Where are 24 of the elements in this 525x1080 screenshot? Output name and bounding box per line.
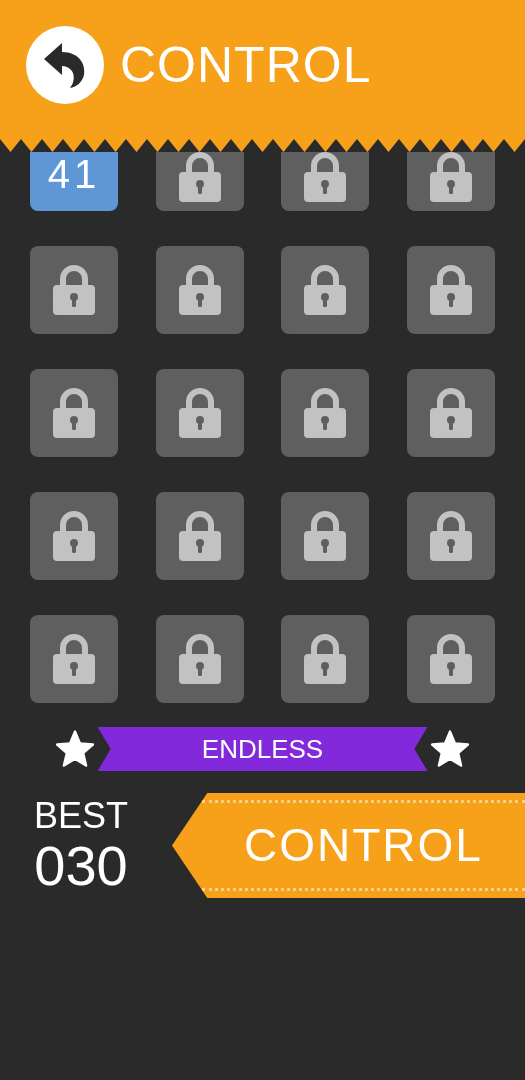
screen-title: CONTROL: [120, 39, 372, 90]
level-tile[interactable]: 41: [30, 152, 118, 211]
lock-icon: [53, 511, 95, 561]
lock-icon: [178, 511, 221, 561]
star-icon: [55, 730, 95, 768]
play-button[interactable]: CONTROL: [172, 793, 525, 898]
lock-icon: [53, 634, 95, 684]
lock-icon: [429, 511, 472, 561]
lock-icon: [304, 634, 347, 684]
lock-icon: [429, 388, 472, 438]
best-score: 030: [34, 837, 128, 894]
lock-icon: [53, 388, 95, 438]
lock-icon: [304, 265, 347, 315]
lock-icon: [178, 265, 221, 315]
lock-icon: [178, 634, 221, 684]
best-label: BEST: [34, 797, 128, 834]
lock-icon: [53, 265, 95, 315]
lock-icon: [304, 511, 347, 561]
lock-icon: [304, 388, 347, 438]
endless-banner: ENDLESS: [97, 727, 428, 771]
lock-icon: [429, 265, 472, 315]
lock-icon: [178, 388, 221, 438]
lock-icon: [429, 634, 472, 684]
star-icon: [430, 730, 470, 768]
